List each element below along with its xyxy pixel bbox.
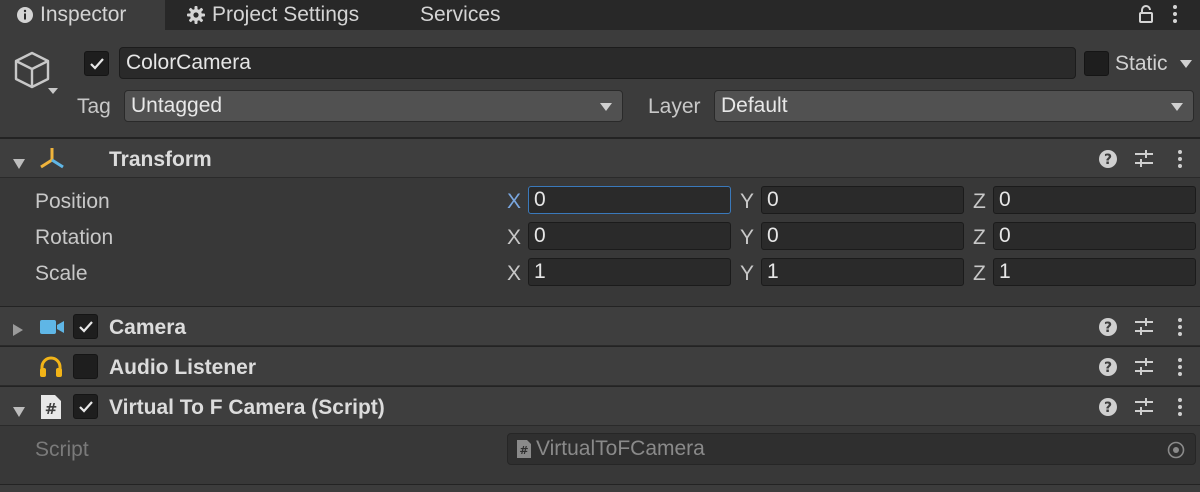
- camera-component-header[interactable]: Camera ?: [0, 306, 1200, 346]
- scale-x-axis-label[interactable]: X: [507, 262, 521, 286]
- more-options-icon[interactable]: [1168, 315, 1192, 339]
- checkmark-icon: [78, 400, 93, 413]
- component-title: Audio Listener: [109, 356, 257, 379]
- svg-text:?: ?: [1104, 152, 1112, 168]
- svg-text:?: ?: [1104, 400, 1112, 416]
- scale-z-axis-label[interactable]: Z: [973, 262, 986, 286]
- scale-label: Scale: [35, 262, 88, 285]
- foldout-collapsed-icon[interactable]: [12, 319, 24, 343]
- position-label: Position: [35, 190, 110, 213]
- rotation-label: Rotation: [35, 226, 114, 249]
- rotation-y-axis-label[interactable]: Y: [740, 226, 754, 250]
- script-component-header[interactable]: # Virtual To F Camera (Script) ?: [0, 386, 1200, 426]
- rotation-z-axis-label[interactable]: Z: [973, 226, 986, 250]
- checkmark-icon: [78, 320, 93, 333]
- static-dropdown-caret-icon[interactable]: [1180, 60, 1192, 68]
- layer-value: Default: [721, 94, 788, 117]
- gameobject-name-field[interactable]: ColorCamera: [119, 47, 1076, 79]
- script-file-icon: #: [516, 439, 532, 459]
- component-header-actions: ?: [1096, 395, 1200, 419]
- scale-y-axis-label[interactable]: Y: [740, 262, 754, 286]
- audio-listener-enabled-toggle[interactable]: [73, 354, 98, 379]
- headphones-icon: [38, 355, 64, 385]
- tab-inspector[interactable]: Inspector: [0, 0, 165, 30]
- more-options-icon[interactable]: [1168, 147, 1192, 171]
- svg-text:#: #: [45, 400, 58, 418]
- svg-text:?: ?: [1104, 360, 1112, 376]
- preset-sliders-icon[interactable]: [1132, 355, 1156, 379]
- script-enabled-toggle[interactable]: [73, 394, 98, 419]
- tab-label: Inspector: [40, 3, 127, 26]
- transform-icon: [38, 146, 66, 178]
- lock-icon[interactable]: [1138, 5, 1154, 31]
- tag-value: Untagged: [131, 94, 223, 117]
- position-y-field[interactable]: 0: [761, 186, 964, 214]
- preset-sliders-icon[interactable]: [1132, 315, 1156, 339]
- layer-label: Layer: [648, 95, 701, 118]
- help-icon[interactable]: ?: [1096, 147, 1120, 171]
- scale-z-field[interactable]: 1: [993, 258, 1196, 286]
- svg-text:#: #: [519, 444, 528, 457]
- transform-component-header[interactable]: Transform ?: [0, 138, 1200, 178]
- active-toggle[interactable]: [84, 51, 109, 76]
- tag-dropdown[interactable]: Untagged: [124, 90, 623, 122]
- help-icon[interactable]: ?: [1096, 355, 1120, 379]
- foldout-expanded-icon[interactable]: [12, 152, 26, 176]
- component-title: Camera: [109, 316, 187, 339]
- component-title: Virtual To F Camera (Script): [109, 396, 385, 419]
- tab-label: Services: [420, 3, 501, 26]
- camera-icon: [39, 317, 65, 343]
- position-z-field[interactable]: 0: [993, 186, 1196, 214]
- chevron-down-icon: [600, 103, 612, 111]
- more-options-icon[interactable]: [1168, 395, 1192, 419]
- gameobject-cube-icon[interactable]: [12, 50, 52, 96]
- help-icon[interactable]: ?: [1096, 315, 1120, 339]
- more-options-icon[interactable]: [1168, 355, 1192, 379]
- scale-y-field[interactable]: 1: [761, 258, 964, 286]
- gameobject-header: ColorCamera Static Tag Untagged Layer De…: [0, 30, 1200, 138]
- rotation-x-axis-label[interactable]: X: [507, 226, 521, 250]
- svg-text:?: ?: [1104, 320, 1112, 336]
- icon-picker-caret-icon[interactable]: [48, 88, 58, 94]
- script-component-body: Script # VirtualToFCamera: [0, 426, 1200, 484]
- script-object-value: VirtualToFCamera: [536, 437, 705, 460]
- component-title: Transform: [109, 148, 212, 171]
- chevron-down-icon: [1171, 103, 1183, 111]
- position-y-axis-label[interactable]: Y: [740, 190, 754, 214]
- tab-project-settings[interactable]: Project Settings: [186, 0, 359, 30]
- component-header-actions: ?: [1096, 147, 1200, 171]
- tab-label: Project Settings: [212, 3, 360, 26]
- inspector-footer: [0, 484, 1200, 492]
- position-x-field[interactable]: 0: [528, 186, 731, 214]
- tab-services[interactable]: Services: [420, 0, 501, 30]
- camera-enabled-toggle[interactable]: [73, 314, 98, 339]
- window-tab-bar: Inspector Project Settings Services: [0, 0, 1200, 30]
- layer-dropdown[interactable]: Default: [714, 90, 1194, 122]
- object-picker-icon[interactable]: [1167, 441, 1185, 465]
- rotation-y-field[interactable]: 0: [761, 222, 964, 250]
- rotation-z-field[interactable]: 0: [993, 222, 1196, 250]
- script-file-icon: #: [39, 394, 63, 426]
- help-icon[interactable]: ?: [1096, 395, 1120, 419]
- static-toggle[interactable]: [1084, 51, 1109, 76]
- component-header-actions: ?: [1096, 315, 1200, 339]
- foldout-expanded-icon[interactable]: [12, 400, 26, 424]
- rotation-x-field[interactable]: 0: [528, 222, 731, 250]
- component-header-actions: ?: [1096, 355, 1200, 379]
- scale-x-field[interactable]: 1: [528, 258, 731, 286]
- position-x-axis-label[interactable]: X: [507, 190, 521, 214]
- more-options-icon[interactable]: [1172, 3, 1178, 31]
- gear-icon: [186, 5, 206, 25]
- position-z-axis-label[interactable]: Z: [973, 190, 986, 214]
- script-property-label: Script: [35, 438, 89, 461]
- preset-sliders-icon[interactable]: [1132, 395, 1156, 419]
- audio-listener-component-header[interactable]: Audio Listener ?: [0, 346, 1200, 386]
- script-object-field: # VirtualToFCamera: [507, 433, 1196, 465]
- checkmark-icon: [89, 57, 104, 70]
- info-icon: [16, 6, 34, 24]
- preset-sliders-icon[interactable]: [1132, 147, 1156, 171]
- transform-component-body: Position X 0 Y 0 Z 0 Rotation X 0 Y 0 Z …: [0, 178, 1200, 306]
- tag-label: Tag: [77, 95, 111, 118]
- static-label[interactable]: Static: [1115, 52, 1168, 76]
